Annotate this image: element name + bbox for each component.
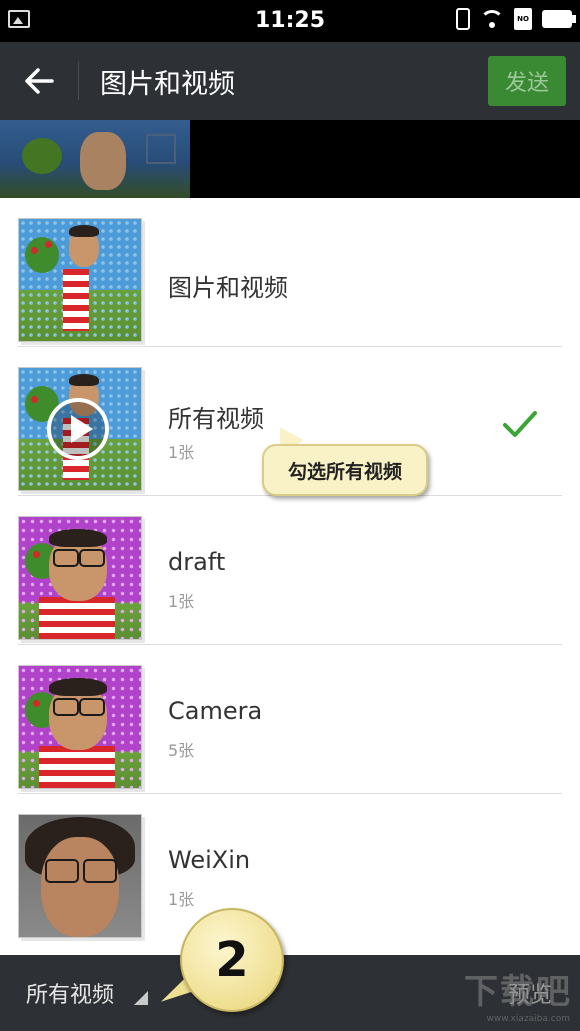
- back-arrow-icon: [25, 68, 54, 94]
- album-thumbnail: [18, 814, 142, 938]
- dropdown-triangle-icon: [134, 991, 148, 1005]
- album-thumbnail: [18, 218, 142, 342]
- album-name: 所有视频: [168, 405, 264, 433]
- step-badge: 2: [180, 908, 284, 1012]
- watermark-text: 下载吧: [464, 972, 572, 1012]
- no-sim-icon: NO: [514, 8, 532, 30]
- send-button[interactable]: 发送: [488, 56, 566, 106]
- battery-icon: [542, 10, 576, 28]
- album-name: Camera: [168, 697, 263, 725]
- page-title: 图片和视频: [100, 69, 235, 100]
- album-item-camera[interactable]: Camera 5张: [18, 645, 562, 794]
- album-selector[interactable]: 所有视频: [26, 977, 114, 1009]
- album-count: 1张: [168, 890, 195, 909]
- title-divider: [78, 62, 79, 100]
- back-button[interactable]: [14, 56, 64, 106]
- album-item-draft[interactable]: draft 1张: [18, 496, 562, 645]
- vibrate-icon: [456, 8, 470, 30]
- album-count: 1张: [168, 592, 195, 611]
- status-icons: NO: [456, 8, 576, 30]
- wifi-icon: [480, 8, 504, 30]
- annotation-tooltip: 勾选所有视频: [262, 444, 428, 496]
- checkmark-icon: [503, 411, 537, 437]
- album-thumbnail: [18, 367, 142, 491]
- background-gallery-strip: [0, 120, 580, 198]
- album-count: 5张: [168, 741, 195, 760]
- album-item-weixin[interactable]: WeiXin 1张: [18, 794, 562, 942]
- watermark-url: www.xiazaiba.com: [486, 1014, 570, 1024]
- album-name: 图片和视频: [168, 274, 288, 302]
- status-bar: 11:25 NO: [0, 0, 580, 42]
- album-thumbnail: [18, 516, 142, 640]
- album-count: 1张: [168, 443, 195, 462]
- watermark-logo: 下载吧 www.xiazaiba.com: [452, 960, 572, 1026]
- background-thumbnail: [0, 120, 190, 198]
- album-name: draft: [168, 548, 226, 576]
- album-list: 图片和视频 所有视频 1张 draft 1张 Camera 5张 WeiXin …: [0, 198, 580, 942]
- play-icon: [47, 398, 109, 460]
- album-name: WeiXin: [168, 846, 251, 874]
- album-thumbnail: [18, 665, 142, 789]
- album-item-photos-videos[interactable]: 图片和视频: [18, 198, 562, 347]
- title-bar: 图片和视频 发送: [0, 42, 580, 120]
